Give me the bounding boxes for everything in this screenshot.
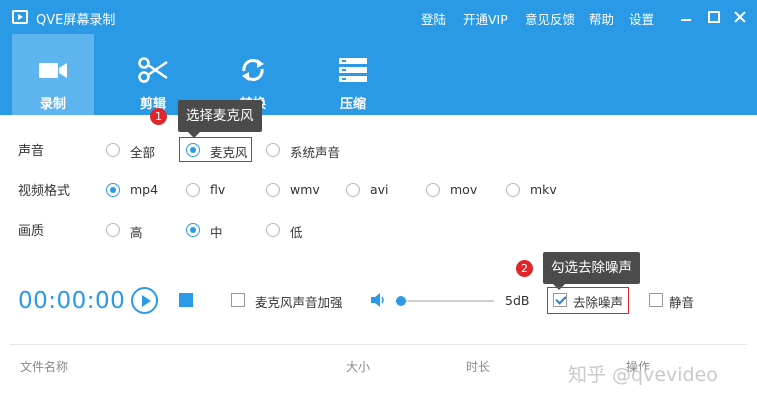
option-label: avi (370, 182, 389, 197)
quality-option-low[interactable]: 低 (266, 222, 316, 240)
tab-compress-label: 压缩 (339, 97, 366, 112)
option-label: 低 (290, 225, 303, 240)
callout-text: 选择麦克风 (186, 108, 254, 124)
scissors-icon (138, 57, 168, 83)
option-label: mp4 (130, 182, 159, 197)
format-option-mov[interactable]: mov (426, 182, 486, 198)
radio-button[interactable] (186, 223, 200, 237)
step-badge-1: 1 (150, 108, 167, 125)
tab-compress[interactable]: 压缩 (312, 34, 394, 115)
checkbox[interactable] (649, 293, 663, 307)
recording-timer: 00:00:00 (18, 288, 126, 314)
play-icon[interactable] (131, 287, 158, 314)
column-duration: 时长 (466, 360, 491, 374)
radio-button[interactable] (106, 183, 120, 197)
option-label: 系统声音 (290, 145, 341, 160)
tab-record[interactable]: 录制 (12, 34, 94, 115)
option-label: 静音 (669, 295, 695, 310)
option-label: mkv (530, 182, 557, 197)
settings-link[interactable]: 设置 (629, 9, 654, 28)
volume-slider[interactable] (395, 296, 494, 306)
format-option-mp4[interactable]: mp4 (106, 182, 166, 198)
format-option-wmv[interactable]: wmv (266, 182, 326, 198)
format-option-flv[interactable]: flv (186, 182, 246, 198)
mic-boost-checkbox[interactable]: 麦克风声音加强 (231, 292, 343, 310)
option-label: 中 (210, 225, 223, 240)
radio-button[interactable] (506, 183, 520, 197)
column-size: 大小 (346, 360, 371, 374)
radio-button[interactable] (426, 183, 440, 197)
format-label: 视频格式 (18, 184, 71, 199)
volume-slider-handle[interactable] (395, 296, 406, 306)
convert-arrows-icon (242, 59, 264, 81)
callout-text: 勾选去除噪声 (551, 260, 632, 276)
option-label: wmv (290, 182, 320, 197)
radio-button[interactable] (346, 183, 360, 197)
stop-icon[interactable] (179, 293, 193, 307)
callout-noise-removal: 勾选去除噪声 (543, 252, 640, 290)
vip-link[interactable]: 开通VIP (463, 9, 508, 28)
tab-record-label: 录制 (39, 97, 66, 112)
option-label: 麦克风声音加强 (255, 295, 343, 310)
title-bar: QVE屏幕录制 登陆 开通VIP 意见反馈 帮助 设置 (0, 0, 757, 34)
audio-option-system[interactable]: 系统声音 (266, 142, 356, 160)
step-badge-2: 2 (516, 260, 533, 277)
minimize-icon[interactable] (680, 11, 692, 23)
video-camera-icon (39, 63, 67, 78)
option-label: 麦克风 (210, 145, 248, 160)
radio-button[interactable] (106, 223, 120, 237)
format-option-mkv[interactable]: mkv (506, 182, 566, 198)
option-label: 全部 (130, 145, 156, 160)
speaker-icon[interactable] (370, 292, 386, 308)
app-title: QVE屏幕录制 (36, 13, 116, 28)
radio-button[interactable] (106, 143, 120, 157)
app-header: QVE屏幕录制 登陆 开通VIP 意见反馈 帮助 设置 录制 剪辑 压缩 (0, 0, 757, 115)
checkbox[interactable] (553, 293, 567, 307)
radio-button[interactable] (186, 143, 200, 157)
mute-checkbox[interactable]: 静音 (649, 292, 699, 310)
divider (10, 344, 747, 345)
audio-option-mic[interactable]: 麦克风 (186, 142, 248, 160)
noise-removal-checkbox[interactable]: 去除噪声 (553, 292, 625, 310)
radio-button[interactable] (266, 223, 280, 237)
maximize-icon[interactable] (708, 11, 720, 23)
app-logo-icon (12, 10, 28, 24)
radio-button[interactable] (186, 183, 200, 197)
callout-select-mic: 选择麦克风 (178, 100, 262, 138)
radio-button[interactable] (266, 183, 280, 197)
login-link[interactable]: 登陆 (421, 9, 446, 28)
column-filename: 文件名称 (20, 360, 69, 374)
audio-option-all[interactable]: 全部 (106, 142, 166, 160)
close-icon[interactable] (734, 11, 746, 23)
help-link[interactable]: 帮助 (589, 9, 614, 28)
option-label: flv (210, 182, 226, 197)
quality-option-medium[interactable]: 中 (186, 222, 236, 240)
compress-icon (339, 58, 367, 82)
radio-button[interactable] (266, 143, 280, 157)
watermark: 知乎 @qvevideo (568, 364, 718, 386)
option-label: 去除噪声 (573, 295, 624, 310)
option-label: mov (450, 182, 478, 197)
audio-label: 声音 (18, 144, 45, 159)
quality-option-high[interactable]: 高 (106, 222, 156, 240)
quality-label: 画质 (18, 224, 45, 239)
option-label: 高 (130, 225, 143, 240)
volume-db-value: 5dB (505, 293, 530, 308)
checkbox[interactable] (231, 293, 245, 307)
feedback-link[interactable]: 意见反馈 (525, 9, 575, 28)
format-option-avi[interactable]: avi (346, 182, 406, 198)
